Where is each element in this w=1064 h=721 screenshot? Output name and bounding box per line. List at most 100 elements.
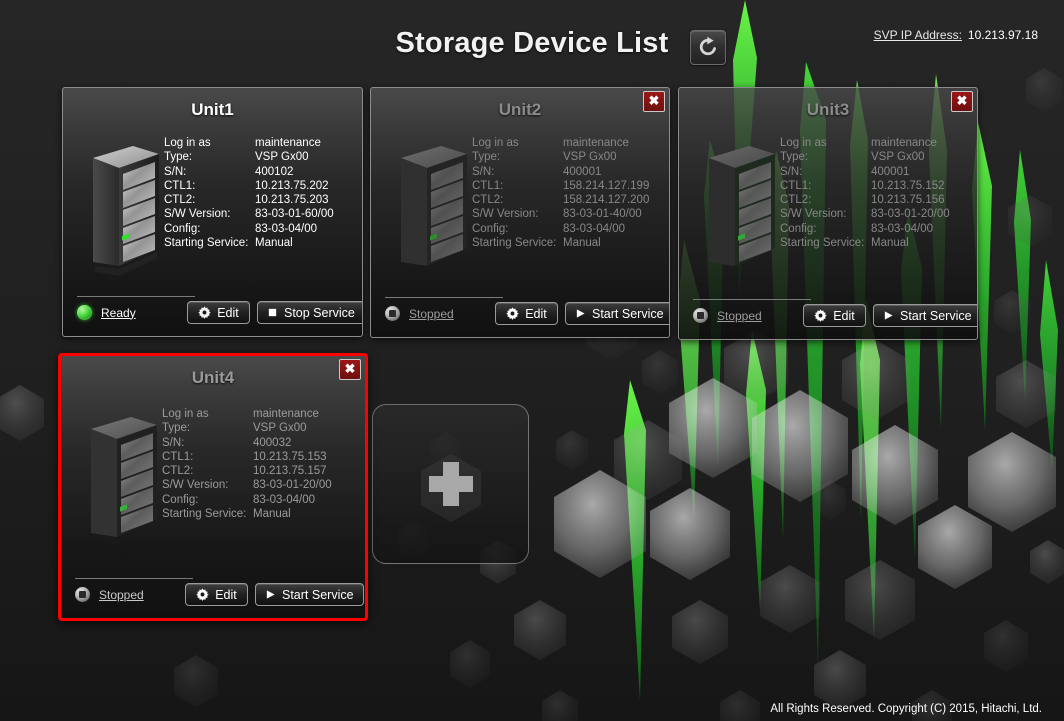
status-indicator[interactable]: Ready [77,305,136,320]
info-label-starting-service: Starting Service: [780,237,865,250]
svp-ip-address: SVP IP Address: 10.213.97.18 [874,28,1038,42]
info-value-ctl1: 158.214.127.199 [563,179,650,192]
unit-info: Log in as maintenance Type: VSP Gx00 S/N: 4… [780,136,950,250]
info-value-config: 83-03-04/00 [871,222,934,235]
info-value-sw-version: 83-03-01-60/00 [255,208,334,221]
close-button[interactable]: ✖ [339,359,361,380]
start-service-button[interactable]: Start Service [255,583,364,606]
refresh-icon [699,36,716,56]
info-label-config: Config: [472,222,509,235]
info-label-ctl2: CTL2: [780,194,812,207]
status-label[interactable]: Stopped [409,307,454,321]
play-triangle-icon [575,308,586,319]
refresh-button[interactable] [690,30,726,65]
info-value-sn: 400032 [253,436,292,449]
status-label[interactable]: Stopped [99,588,144,602]
unit-info: Log in as maintenance Type: VSP Gx00 S/N: 4… [164,136,334,250]
info-value-sw-version: 83-03-01-20/00 [253,479,332,492]
unit-footer: Stopped Edit Start Service [61,574,365,618]
info-label-sn: S/N: [164,165,187,178]
info-value-sn: 400001 [563,165,602,178]
info-value-ctl1: 10.213.75.152 [871,179,945,192]
info-value-config: 83-03-04/00 [255,222,318,235]
unit-info: Log in as maintenance Type: VSP Gx00 S/N: 4… [162,407,332,521]
unit-panel-unit1[interactable]: Unit1 Log in as maintenance Type: VSP Gx… [62,87,363,337]
info-value-login-as: maintenance [255,137,321,149]
status-led-stopped-icon [75,587,90,602]
unit-panel-unit4[interactable]: Unit4 ✖ Log in as maintenance Type: VSP … [58,353,368,621]
status-label[interactable]: Stopped [717,309,762,323]
info-value-type: VSP Gx00 [871,151,925,164]
footer-divider [77,296,195,297]
play-triangle-icon [883,310,894,321]
start-service-button[interactable]: Start Service [565,302,669,325]
unit-title: Unit1 [191,100,234,119]
info-label-sw-version: S/W Version: [472,208,539,221]
info-value-ctl1: 10.213.75.153 [253,450,327,463]
info-label-ctl1: CTL1: [780,179,812,192]
service-button-label: Start Service [282,587,354,602]
unit-panel-unit2[interactable]: Unit2 ✖ Log in as maintenance Type: VSP … [370,87,670,338]
info-label-ctl2: CTL2: [162,465,194,478]
info-label-config: Config: [164,222,201,235]
edit-button[interactable]: Edit [495,302,558,325]
close-button[interactable]: ✖ [951,91,973,112]
unit-footer: Ready Edit Stop Service [63,292,362,336]
info-value-ctl2: 10.213.75.157 [253,465,327,478]
footer-divider [385,297,503,298]
status-indicator[interactable]: Stopped [385,306,454,321]
storage-device-icon [79,411,165,551]
info-value-starting-service: Manual [871,237,909,250]
info-value-sn: 400102 [255,165,294,178]
unit-footer: Stopped Edit Start Service [371,293,669,337]
status-indicator[interactable]: Stopped [693,308,762,323]
stop-service-button[interactable]: Stop Service [257,301,362,324]
info-value-config: 83-03-04/00 [253,493,316,506]
gear-icon [814,309,827,322]
info-value-sw-version: 83-03-01-40/00 [563,208,642,221]
edit-button[interactable]: Edit [187,301,250,324]
info-label-type: Type: [472,151,501,164]
start-service-button[interactable]: Start Service [873,304,977,327]
info-value-sw-version: 83-03-01-20/00 [871,208,950,221]
info-label-sw-version: S/W Version: [780,208,847,221]
info-label-ctl2: CTL2: [472,194,504,207]
info-value-type: VSP Gx00 [563,151,617,164]
info-label-config: Config: [780,222,817,235]
info-label-starting-service: Starting Service: [162,508,247,521]
info-label-ctl1: CTL1: [472,179,504,192]
info-value-type: VSP Gx00 [255,151,309,164]
unit-panel-unit3[interactable]: Unit3 ✖ Log in as maintenance Type: VSP … [678,87,978,340]
info-label-sn: S/N: [162,436,185,449]
info-label-login-as: Log in as [162,408,209,420]
stop-square-icon [267,307,278,318]
edit-button[interactable]: Edit [803,304,866,327]
add-storage-device-tile[interactable] [372,404,529,564]
info-value-starting-service: Manual [253,508,291,521]
info-label-login-as: Log in as [472,137,519,149]
gear-icon [198,306,211,319]
unit-title: Unit2 [498,100,542,119]
info-label-login-as: Log in as [780,137,827,149]
info-label-starting-service: Starting Service: [472,237,557,250]
info-label-type: Type: [780,151,809,164]
info-value-login-as: maintenance [563,137,629,149]
info-label-ctl1: CTL1: [164,179,196,192]
info-value-starting-service: Manual [255,237,293,250]
close-button[interactable]: ✖ [643,91,665,112]
info-label-sw-version: S/W Version: [162,479,229,492]
edit-button[interactable]: Edit [185,583,248,606]
info-label-login-as: Log in as [164,137,211,149]
service-button-label: Start Service [900,308,972,323]
storage-device-list-app: Storage Device List SVP IP Address: 10.21… [0,0,1064,721]
info-value-ctl2: 10.213.75.156 [871,194,945,207]
info-label-type: Type: [162,422,191,435]
footer-copyright: All Rights Reserved. Copyright (C) 2015,… [770,703,1042,715]
info-value-login-as: maintenance [871,137,937,149]
storage-device-icon [697,140,783,280]
status-indicator[interactable]: Stopped [75,587,144,602]
edit-button-label: Edit [833,308,855,323]
info-label-type: Type: [164,151,193,164]
status-label[interactable]: Ready [101,306,136,320]
footer-divider [693,299,811,300]
